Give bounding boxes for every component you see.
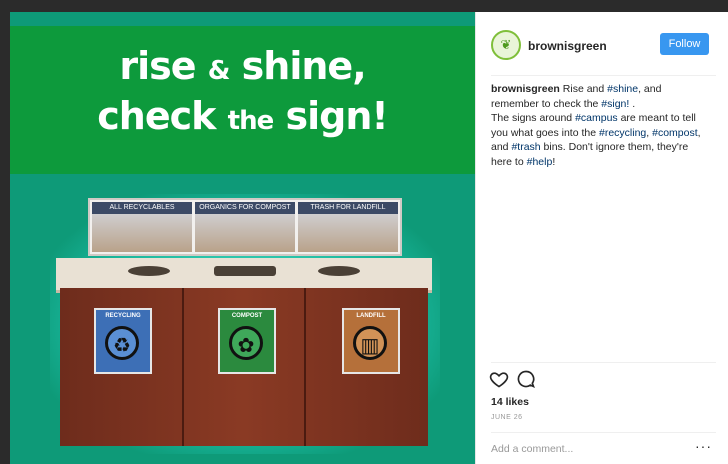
headline-line-2: check the sign!: [97, 94, 388, 138]
bin-cabinet: RECYCLING ♻ COMPOST ✿ LANDFILL ▥: [60, 288, 428, 446]
signboard-landfill: TRASH FOR LANDFILL: [298, 202, 398, 252]
post-caption: brownisgreen Rise and #shine, and rememb…: [491, 83, 701, 168]
cabinet-divider: [182, 288, 184, 446]
recycling-sign: RECYCLING ♻: [94, 308, 152, 374]
leaf-icon[interactable]: ❦: [491, 30, 521, 60]
heart-icon[interactable]: [489, 369, 509, 389]
cabinet-divider: [304, 288, 306, 446]
hashtag-link[interactable]: #sign!: [601, 98, 629, 110]
sprout-icon: ✿: [229, 326, 263, 360]
recycle-icon: ♻: [105, 326, 139, 360]
trash-icon: ▥: [353, 326, 387, 360]
hashtag-link[interactable]: #trash: [511, 141, 540, 153]
post-image[interactable]: rise & shine, check the sign! ALL RECYCL…: [10, 12, 475, 464]
hashtag-link[interactable]: #help: [527, 156, 553, 168]
divider: [491, 75, 716, 76]
post-date: JUNE 26: [491, 414, 523, 421]
hashtag-link[interactable]: #campus: [575, 112, 618, 124]
caption-username[interactable]: brownisgreen: [491, 83, 560, 95]
signboard-compost: ORGANICS FOR COMPOST: [195, 202, 295, 252]
comment-icon[interactable]: [516, 369, 536, 389]
divider: [491, 362, 716, 363]
divider: [491, 432, 716, 433]
bin-opening: [318, 266, 360, 276]
hashtag-link[interactable]: #compost: [652, 127, 698, 139]
bin-opening: [214, 266, 276, 276]
more-options-icon[interactable]: ···: [695, 438, 712, 454]
follow-button[interactable]: Follow: [660, 33, 709, 55]
landfill-sign: LANDFILL ▥: [342, 308, 400, 374]
comment-input[interactable]: [491, 443, 681, 455]
bin-signboard: ALL RECYCLABLES ORGANICS FOR COMPOST TRA…: [88, 198, 402, 256]
post-frame: rise & shine, check the sign! ALL RECYCL…: [10, 12, 728, 464]
compost-sign: COMPOST ✿: [218, 308, 276, 374]
like-count[interactable]: 14 likes: [491, 396, 529, 408]
headline-line-1: rise & shine,: [119, 44, 366, 88]
post-sidebar: ❦ brownisgreen Follow brownisgreen Rise …: [475, 12, 728, 464]
signboard-recyclables: ALL RECYCLABLES: [92, 202, 192, 252]
post-username[interactable]: brownisgreen: [528, 39, 607, 53]
hashtag-link[interactable]: #shine: [607, 83, 638, 95]
hashtag-link[interactable]: #recycling: [599, 127, 646, 139]
bin-opening: [128, 266, 170, 276]
